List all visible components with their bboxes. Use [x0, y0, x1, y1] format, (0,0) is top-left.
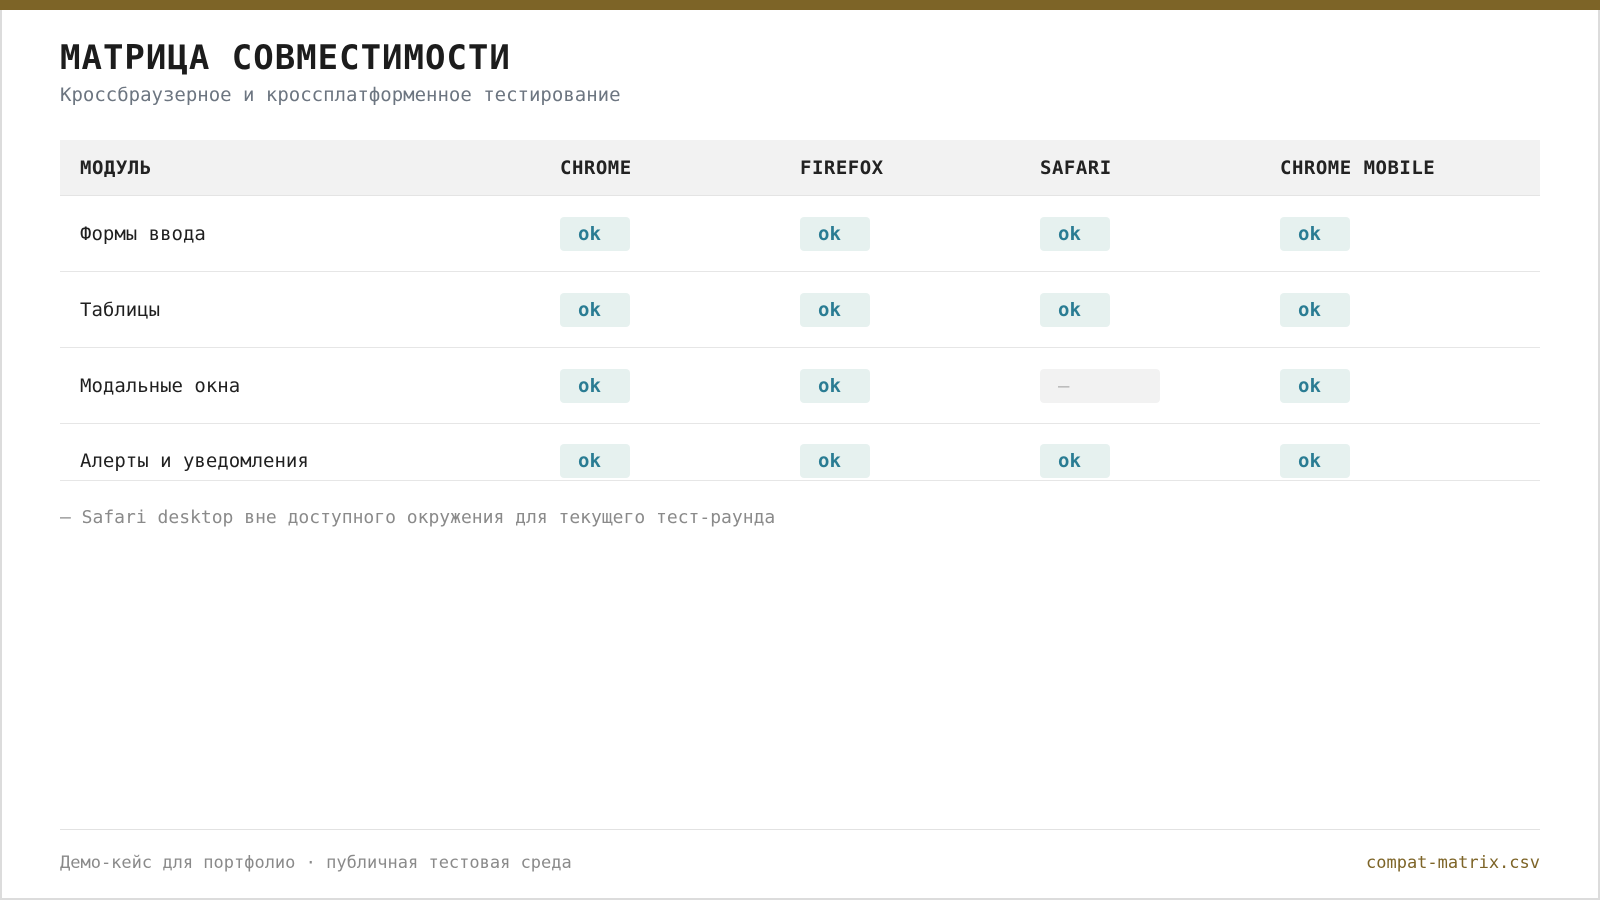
- page-title: МАТРИЦА СОВМЕСТИМОСТИ: [60, 38, 511, 78]
- footnote: — Safari desktop вне доступного окружени…: [60, 507, 776, 528]
- page-subtitle: Кроссбраузерное и кроссплатформенное тес…: [60, 84, 621, 106]
- footer-caption: Демо-кейс для портфолио · публичная тест…: [60, 853, 572, 873]
- column-header-module: МОДУЛЬ: [80, 156, 152, 179]
- status-badge: ok: [1040, 292, 1110, 327]
- status-badge: ok: [800, 216, 870, 251]
- module-name: Формы ввода: [80, 222, 206, 245]
- status-badge: ok: [560, 444, 630, 478]
- status-badge-unavailable: —: [1040, 368, 1160, 403]
- status-badge: ok: [1280, 216, 1350, 251]
- status-badge: ok: [800, 444, 870, 478]
- status-badge: ok: [560, 292, 630, 327]
- status-badge: ok: [560, 368, 630, 403]
- status-badge: ok: [800, 368, 870, 403]
- status-badge: ok: [560, 216, 630, 251]
- matrix-header-row: МОДУЛЬ CHROME FIREFOX SAFARI CHROME MOBI…: [60, 140, 1540, 196]
- column-header-firefox: FIREFOX: [800, 156, 884, 179]
- module-name: Модальные окна: [80, 374, 241, 397]
- footer-filename: compat-matrix.csv: [1366, 853, 1540, 873]
- module-name: Алерты и уведомления: [80, 450, 309, 472]
- column-header-safari: SAFARI: [1040, 156, 1112, 179]
- footer-divider: [60, 829, 1540, 830]
- status-badge: ok: [1040, 216, 1110, 251]
- table-row: Алерты и уведомления ok ok ok ok: [60, 424, 1540, 480]
- table-row: Модальные окна ok ok — ok: [60, 348, 1540, 424]
- status-badge: ok: [1280, 444, 1350, 478]
- column-header-chrome: CHROME: [560, 156, 632, 179]
- table-row: Таблицы ok ok ok ok: [60, 272, 1540, 348]
- module-name: Таблицы: [80, 298, 161, 321]
- status-badge: ok: [1280, 292, 1350, 327]
- compatibility-matrix: МОДУЛЬ CHROME FIREFOX SAFARI CHROME MOBI…: [60, 140, 1540, 481]
- column-header-chrome-mobile: CHROME MOBILE: [1280, 156, 1436, 179]
- status-badge: ok: [800, 292, 870, 327]
- table-row: Формы ввода ok ok ok ok: [60, 196, 1540, 272]
- accent-top-bar: [0, 0, 1600, 10]
- status-badge: ok: [1040, 444, 1110, 478]
- status-badge: ok: [1280, 368, 1350, 403]
